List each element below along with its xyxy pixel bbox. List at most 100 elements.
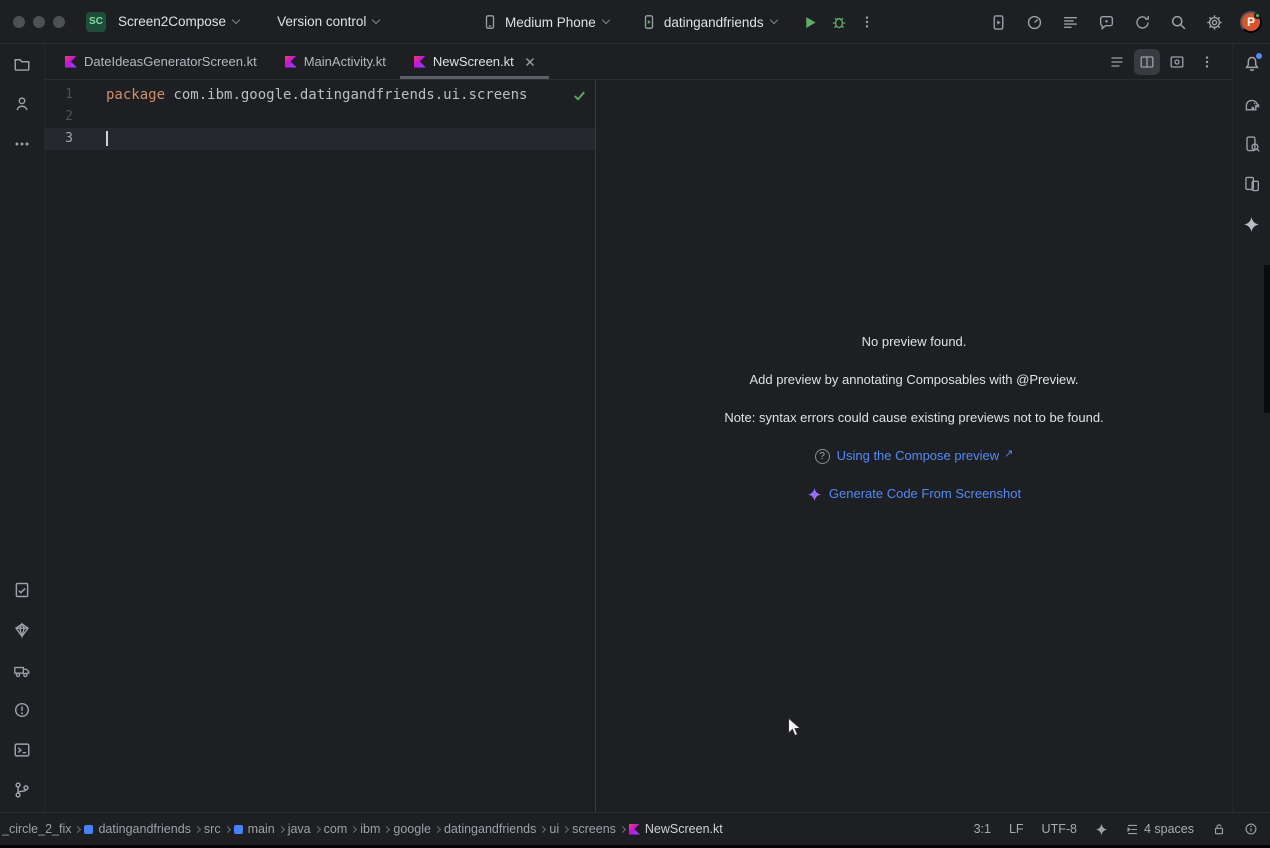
device-streaming-button[interactable]: [984, 8, 1012, 36]
version-control-toolwindow-button[interactable]: [8, 776, 36, 804]
breadcrumb-item[interactable]: _circle_2_fix: [2, 822, 71, 836]
chevron-down-icon: [602, 16, 610, 24]
more-toolwindows-button[interactable]: [8, 130, 36, 158]
profiler-button[interactable]: [1020, 8, 1048, 36]
problems-toolwindow-button[interactable]: [8, 696, 36, 724]
device-manager-button[interactable]: [1238, 170, 1266, 198]
document-check-icon: [13, 581, 31, 599]
tab-dateideasgeneratorscreen[interactable]: DateIdeasGeneratorScreen.kt: [51, 44, 271, 79]
editor-tab-bar: DateIdeasGeneratorScreen.kt MainActivity…: [45, 44, 1232, 80]
zoom-window-button[interactable]: [53, 16, 65, 28]
online-status-dot: [1254, 12, 1261, 19]
sync-project-button[interactable]: [1128, 8, 1156, 36]
line-separator-widget[interactable]: LF: [1009, 822, 1024, 836]
file-writable-widget[interactable]: [1212, 822, 1226, 836]
breadcrumb-item[interactable]: datingandfriends: [84, 822, 190, 836]
chevron-right-icon: [278, 825, 285, 832]
more-horizontal-icon: [13, 135, 31, 153]
scrollbar-thumb[interactable]: [1264, 265, 1270, 413]
code-editor[interactable]: 1 package com.ibm.google.datingandfriend…: [45, 80, 595, 812]
module-icon: [84, 825, 93, 834]
close-window-button[interactable]: [13, 16, 25, 28]
gradle-toolwindow-button[interactable]: [1238, 90, 1266, 118]
code-line-1[interactable]: 1 package com.ibm.google.datingandfriend…: [45, 84, 595, 106]
status-bar: _circle_2_fix datingandfriends src main …: [0, 812, 1270, 845]
chevron-down-icon: [232, 15, 240, 23]
line-number[interactable]: 3: [45, 128, 73, 150]
chevron-right-icon: [434, 825, 441, 832]
preview-view-button[interactable]: [1164, 49, 1190, 75]
caret-position-widget[interactable]: 3:1: [974, 822, 991, 836]
build-toolwindow-button[interactable]: [8, 656, 36, 684]
indent-icon: [1126, 823, 1139, 836]
unlock-icon: [1212, 822, 1226, 836]
code-view-button[interactable]: [1104, 49, 1130, 75]
window-controls: [0, 16, 65, 28]
editor-info-widget[interactable]: [1244, 822, 1258, 836]
inspections-ok-indicator[interactable]: [572, 88, 587, 103]
tab-mainactivity[interactable]: MainActivity.kt: [271, 44, 400, 79]
info-circle-icon: [1244, 822, 1258, 836]
truck-icon: [13, 661, 31, 679]
chevron-right-icon: [74, 825, 81, 832]
minimize-window-button[interactable]: [33, 16, 45, 28]
sparkle-icon: [1095, 823, 1108, 836]
more-actions-button[interactable]: [853, 8, 881, 36]
code-line-3[interactable]: 3: [45, 128, 595, 150]
run-button[interactable]: [797, 8, 825, 36]
code-line-2[interactable]: 2: [45, 106, 595, 128]
status-widgets: 3:1 LF UTF-8 4 spaces: [974, 822, 1258, 836]
ai-status-widget[interactable]: [1095, 823, 1108, 836]
close-tab-button[interactable]: [525, 57, 535, 67]
gemini-sparkle-icon: [807, 487, 822, 502]
folder-icon: [13, 55, 31, 73]
device-selector[interactable]: Medium Phone: [474, 10, 617, 34]
breadcrumb-item[interactable]: src: [204, 822, 221, 836]
chevron-right-icon: [562, 825, 569, 832]
project-toolwindow-button[interactable]: [8, 50, 36, 78]
no-preview-title: No preview found.: [596, 334, 1232, 350]
search-everywhere-button[interactable]: [1164, 8, 1192, 36]
indent-widget[interactable]: 4 spaces: [1126, 822, 1194, 836]
exclamation-circle-icon: [13, 701, 31, 719]
resource-manager-toolwindow-button[interactable]: [8, 616, 36, 644]
line-number[interactable]: 2: [45, 106, 73, 128]
line-number[interactable]: 1: [45, 84, 73, 106]
split-view-button[interactable]: [1134, 49, 1160, 75]
profiler-gauge-icon: [1026, 14, 1043, 31]
breadcrumb-item[interactable]: screens: [572, 822, 616, 836]
device-explorer-button[interactable]: [1238, 130, 1266, 158]
profile-avatar[interactable]: P: [1240, 11, 1262, 33]
ui-check-toolwindow-button[interactable]: [8, 576, 36, 604]
app-insights-button[interactable]: [1092, 8, 1120, 36]
encoding-widget[interactable]: UTF-8: [1042, 822, 1077, 836]
notification-dot: [1256, 53, 1262, 59]
breadcrumb-item[interactable]: java: [288, 822, 311, 836]
project-selector[interactable]: Screen2Compose: [110, 10, 247, 33]
version-control-menu[interactable]: Version control: [269, 10, 387, 33]
structure-toolwindow-button[interactable]: [8, 90, 36, 118]
breadcrumb-item[interactable]: datingandfriends: [444, 822, 536, 836]
compose-preview-doc-link[interactable]: Using the Compose preview: [837, 448, 1000, 464]
run-configuration-selector[interactable]: datingandfriends: [633, 10, 785, 34]
external-link-icon: ↗: [1004, 446, 1013, 462]
breadcrumb-item[interactable]: ibm: [360, 822, 380, 836]
kotlin-file-icon: [285, 56, 297, 68]
notifications-button[interactable]: [1238, 50, 1266, 78]
breadcrumb-item-current-file[interactable]: NewScreen.kt: [629, 822, 723, 836]
breadcrumb-item[interactable]: google: [393, 822, 431, 836]
tab-options-button[interactable]: [1194, 49, 1220, 75]
breadcrumb-item[interactable]: main: [234, 822, 275, 836]
breadcrumb-item[interactable]: ui: [549, 822, 559, 836]
breadcrumb-item[interactable]: com: [324, 822, 348, 836]
gemini-toolwindow-button[interactable]: [1238, 210, 1266, 238]
logcat-button[interactable]: [1056, 8, 1084, 36]
chevron-right-icon: [194, 825, 201, 832]
mouse-cursor: [787, 717, 804, 743]
settings-button[interactable]: [1200, 8, 1228, 36]
debug-button[interactable]: [825, 8, 853, 36]
chevron-down-icon: [372, 15, 380, 23]
terminal-toolwindow-button[interactable]: [8, 736, 36, 764]
generate-code-from-screenshot-link[interactable]: Generate Code From Screenshot: [829, 486, 1021, 502]
tab-newscreen[interactable]: NewScreen.kt: [400, 44, 549, 79]
